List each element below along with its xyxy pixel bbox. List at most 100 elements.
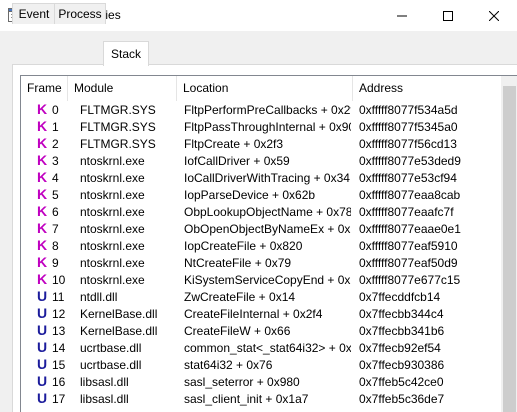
table-row[interactable]: K 0 FLTMGR.SYS FltpPerformPreCallbacks + 0x… bbox=[21, 101, 501, 119]
module-name: libsasl.dll bbox=[80, 392, 129, 406]
table-row[interactable]: K 10 ntoskrnl.exe KiSystemServiceCopyEnd + … bbox=[21, 271, 501, 289]
address-text: 0xfffff8077f5345a0 bbox=[359, 120, 458, 134]
scrollbar-thumb[interactable] bbox=[503, 86, 516, 412]
module-name: ntoskrnl.exe bbox=[80, 171, 145, 185]
module-name: ntoskrnl.exe bbox=[80, 222, 145, 236]
location-text: sasl_client_init + 0x1a7 bbox=[184, 392, 309, 406]
frame-number: 11 bbox=[52, 290, 65, 304]
location-text: CreateFileInternal + 0x2f4 bbox=[184, 307, 323, 321]
location-text: sasl_seterror + 0x980 bbox=[184, 375, 300, 389]
table-row[interactable]: K 2 FLTMGR.SYS FltpCreate + 0x2f3 0xfffff807… bbox=[21, 135, 501, 153]
maximize-button[interactable] bbox=[425, 0, 471, 31]
address-text: 0xfffff8077eaa8cab bbox=[359, 188, 461, 202]
module-name: ucrtbase.dll bbox=[80, 341, 142, 355]
user-mode-icon: U bbox=[37, 390, 48, 406]
frame-number: 9 bbox=[52, 256, 59, 270]
table-row[interactable]: U 12 KernelBase.dll CreateFileInternal + 0x… bbox=[21, 305, 501, 323]
module-name: libsasl.dll bbox=[80, 375, 129, 389]
address-text: 0xfffff8077eaae0e1 bbox=[359, 222, 461, 236]
location-text: FltpPerformPreCallbacks + 0x2fd bbox=[184, 103, 351, 117]
column-header-frame[interactable]: Frame bbox=[21, 76, 68, 101]
table-row[interactable]: K 8 ntoskrnl.exe IopCreateFile + 0x820 0xfff… bbox=[21, 237, 501, 255]
table-row[interactable]: K 1 FLTMGR.SYS FltpPassThroughInternal + 0x… bbox=[21, 118, 501, 136]
stack-rows: K 0 FLTMGR.SYS FltpPerformPreCallbacks + 0x… bbox=[21, 101, 501, 408]
kernel-mode-icon: K bbox=[37, 101, 48, 117]
user-mode-icon: U bbox=[37, 305, 48, 321]
table-row[interactable]: U 14 ucrtbase.dll common_stat<_stat64i32> +… bbox=[21, 339, 501, 357]
tab-process-label: Process bbox=[58, 7, 102, 21]
location-text: FltpCreate + 0x2f3 bbox=[184, 137, 284, 151]
frame-number: 1 bbox=[52, 120, 59, 134]
address-text: 0x7ffeb5c36de7 bbox=[359, 392, 445, 406]
kernel-mode-icon: K bbox=[37, 220, 48, 236]
close-button[interactable] bbox=[471, 0, 517, 31]
tab-event[interactable]: Event bbox=[12, 3, 56, 24]
kernel-mode-icon: K bbox=[37, 135, 48, 151]
module-name: ucrtbase.dll bbox=[80, 358, 142, 372]
location-text: IopParseDevice + 0x62b bbox=[184, 188, 316, 202]
address-text: 0xfffff8077eaf5910 bbox=[359, 239, 458, 253]
frame-number: 12 bbox=[52, 307, 66, 321]
address-text: 0xfffff8077e677c15 bbox=[359, 273, 461, 287]
location-text: ObOpenObjectByNameEx + 0x201 bbox=[184, 222, 351, 236]
kernel-mode-icon: K bbox=[37, 237, 48, 253]
frame-number: 10 bbox=[52, 273, 66, 287]
address-text: 0xfffff8077f534a5d bbox=[359, 103, 458, 117]
location-text: IofCallDriver + 0x59 bbox=[184, 154, 290, 168]
module-name: ntoskrnl.exe bbox=[80, 188, 145, 202]
table-row[interactable]: U 15 ucrtbase.dll stat64i32 + 0x76 0x7ffecb9… bbox=[21, 356, 501, 374]
table-row[interactable]: U 11 ntdll.dll ZwCreateFile + 0x14 0x7ffecdd… bbox=[21, 288, 501, 306]
tab-stack[interactable]: Stack bbox=[103, 41, 149, 66]
table-row[interactable]: U 16 libsasl.dll sasl_seterror + 0x980 0x7ff… bbox=[21, 373, 501, 391]
module-name: ntoskrnl.exe bbox=[80, 256, 145, 270]
kernel-mode-icon: K bbox=[37, 118, 48, 134]
frame-number: 2 bbox=[52, 137, 59, 151]
tab-process[interactable]: Process bbox=[54, 3, 106, 24]
address-text: 0x7ffecb92ef54 bbox=[359, 341, 441, 355]
kernel-mode-icon: K bbox=[37, 152, 48, 168]
address-text: 0xfffff8077eaf50d9 bbox=[359, 256, 458, 270]
module-name: FLTMGR.SYS bbox=[80, 103, 156, 117]
column-header-module[interactable]: Module bbox=[68, 76, 177, 101]
module-name: ntoskrnl.exe bbox=[80, 239, 145, 253]
table-row[interactable]: K 4 ntoskrnl.exe IoCallDriverWithTracing + … bbox=[21, 169, 501, 187]
frame-number: 3 bbox=[52, 154, 59, 168]
frame-number: 13 bbox=[52, 324, 66, 338]
frame-number: 5 bbox=[52, 188, 59, 202]
stack-list[interactable]: Frame Module Location Address K 0 FLTMGR.S… bbox=[20, 75, 517, 412]
tab-stack-label: Stack bbox=[110, 47, 141, 61]
table-row[interactable]: K 9 ntoskrnl.exe NtCreateFile + 0x79 0xfffff… bbox=[21, 254, 501, 272]
address-text: 0xfffff8077e53cf94 bbox=[359, 171, 457, 185]
stack-list-header: Frame Module Location Address bbox=[21, 76, 517, 101]
maximize-icon bbox=[443, 10, 453, 21]
location-text: NtCreateFile + 0x79 bbox=[184, 256, 292, 270]
user-mode-icon: U bbox=[37, 288, 48, 304]
module-name: ntoskrnl.exe bbox=[80, 154, 145, 168]
address-text: 0x7ffeb5c42ce0 bbox=[359, 375, 444, 389]
address-text: 0xfffff8077f56cd13 bbox=[359, 137, 457, 151]
table-row[interactable]: K7 ntoskrnl.exe ObOpenObjectByNameEx + 0x2… bbox=[21, 220, 501, 238]
column-header-location[interactable]: Location bbox=[177, 76, 353, 101]
table-row[interactable]: K 6 ntoskrnl.exe ObpLookupObjectName + 0x78… bbox=[21, 203, 501, 221]
user-mode-icon: U bbox=[37, 373, 48, 389]
frame-number: 7 bbox=[52, 222, 59, 236]
table-row[interactable]: K 3 ntoskrnl.exe IofCallDriver + 0x59 0xffff… bbox=[21, 152, 501, 170]
column-header-address[interactable]: Address bbox=[353, 76, 501, 101]
frame-number: 16 bbox=[52, 375, 66, 389]
table-row[interactable]: U 17 libsasl.dll sasl_client_init + 0x1a7 0x… bbox=[21, 390, 501, 408]
address-text: 0x7ffecddfcb14 bbox=[359, 290, 441, 304]
location-text: KiSystemServiceCopyEnd + 0x25 bbox=[184, 273, 351, 287]
location-text: stat64i32 + 0x76 bbox=[184, 358, 273, 372]
minimize-button[interactable] bbox=[379, 0, 425, 31]
table-row[interactable]: U 13 KernelBase.dll CreateFileW + 0x66 0x7ff… bbox=[21, 322, 501, 340]
tab-event-label: Event bbox=[18, 7, 50, 21]
location-text: common_stat<_stat64i32> + 0xa0 bbox=[184, 341, 351, 355]
address-text: 0x7ffecbb341b6 bbox=[359, 324, 445, 338]
module-name: KernelBase.dll bbox=[80, 324, 158, 338]
frame-number: 6 bbox=[52, 205, 59, 219]
module-name: KernelBase.dll bbox=[80, 307, 158, 321]
table-row[interactable]: K 5 ntoskrnl.exe IopParseDevice + 0x62b 0xff… bbox=[21, 186, 501, 204]
kernel-mode-icon: K bbox=[37, 169, 48, 185]
vertical-scrollbar[interactable] bbox=[501, 76, 517, 412]
kernel-mode-icon: K bbox=[37, 186, 48, 202]
